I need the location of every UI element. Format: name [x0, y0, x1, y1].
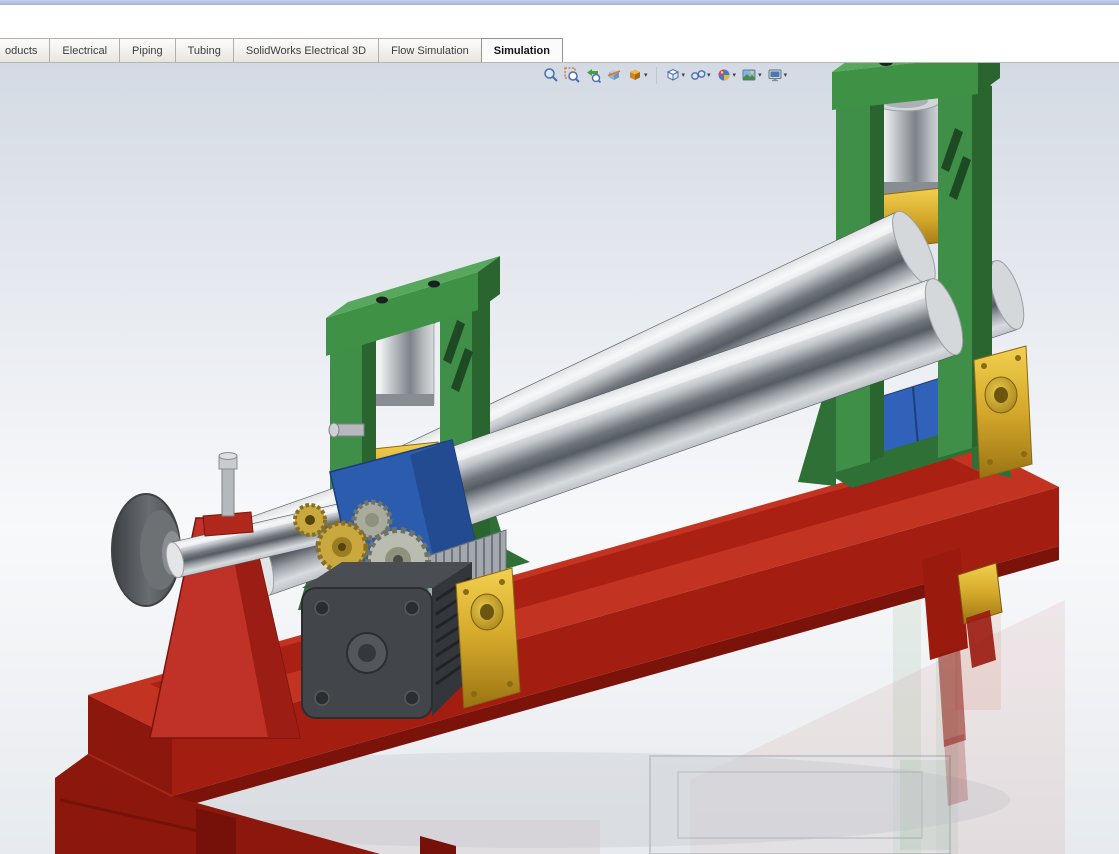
model-right-bearing-plate[interactable]	[973, 345, 1033, 479]
tab-tubing[interactable]: Tubing	[174, 38, 234, 62]
section-view-icon	[607, 69, 621, 80]
heads-up-toolbar: ▾ ▾ ▾ ▾ ▾ ▾	[542, 63, 788, 87]
dropdown-arrow-icon: ▾	[644, 71, 648, 79]
display-style-icon	[666, 68, 679, 81]
3d-viewport[interactable]	[0, 0, 1119, 854]
dropdown-arrow-icon: ▾	[732, 71, 737, 79]
command-manager-tabs: oducts Electrical Piping Tubing SolidWor…	[0, 38, 1119, 63]
previous-view-button[interactable]	[584, 63, 602, 87]
display-style-button[interactable]: ▾	[664, 63, 687, 87]
model-stepper-motor[interactable]	[301, 562, 472, 719]
dropdown-arrow-icon: ▾	[758, 71, 762, 79]
dropdown-arrow-icon: ▾	[707, 71, 711, 79]
hide-show-items-icon	[691, 70, 706, 80]
zoom-to-area-button[interactable]	[563, 63, 581, 87]
zoom-to-area-icon	[564, 67, 580, 83]
solidworks-window: oducts Electrical Piping Tubing SolidWor…	[0, 0, 1119, 854]
zoom-to-fit-button[interactable]	[542, 63, 560, 87]
view-settings-button[interactable]: ▾	[766, 63, 789, 87]
tab-piping[interactable]: Piping	[119, 38, 176, 62]
window-top-strip	[0, 5, 1119, 38]
apply-scene-icon	[742, 69, 756, 81]
apply-scene-button[interactable]: ▾	[740, 63, 763, 87]
section-view-button[interactable]	[605, 63, 623, 87]
zoom-to-fit-icon	[544, 68, 558, 82]
tab-simulation[interactable]: Simulation	[480, 38, 563, 62]
view-orientation-icon	[630, 69, 640, 80]
toolbar-separator	[655, 66, 657, 84]
tab-flow-simulation[interactable]: Flow Simulation	[378, 38, 482, 62]
edit-appearance-icon	[718, 69, 730, 81]
edit-appearance-button[interactable]: ▾	[715, 63, 738, 87]
dropdown-arrow-icon: ▾	[783, 71, 788, 79]
view-settings-icon	[768, 69, 782, 82]
previous-view-icon	[587, 69, 601, 83]
tab-electrical[interactable]: Electrical	[49, 38, 121, 62]
model-left-bearing-plate[interactable]	[455, 567, 521, 709]
view-orientation-button[interactable]: ▾	[626, 63, 649, 87]
dropdown-arrow-icon: ▾	[681, 71, 686, 79]
hide-show-items-button[interactable]: ▾	[689, 63, 712, 87]
tab-solidworks-electrical-3d[interactable]: SolidWorks Electrical 3D	[232, 38, 380, 62]
tab-office-products[interactable]: oducts	[0, 38, 51, 62]
